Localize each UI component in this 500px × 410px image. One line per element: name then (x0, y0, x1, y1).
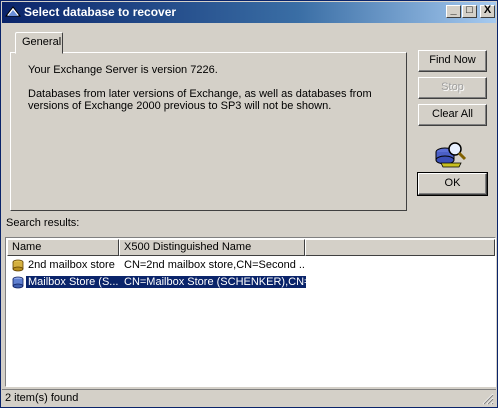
row-name: 2nd mailbox store (28, 259, 115, 271)
row-name: Mailbox Store (S... (26, 276, 120, 288)
close-icon: X (483, 4, 492, 16)
search-database-icon (435, 142, 467, 168)
resize-grip-icon[interactable] (482, 393, 494, 405)
info-text-line1: Databases from later versions of Exchang… (28, 88, 372, 100)
row-dn: CN=Mailbox Store (SCHENKER),CN=... (120, 276, 306, 288)
general-panel: Your Exchange Server is version 7226. Da… (10, 52, 407, 211)
table-row[interactable]: 2nd mailbox store CN=2nd mailbox store,C… (7, 257, 307, 274)
table-row[interactable]: Mailbox Store (S... CN=Mailbox Store (SC… (7, 274, 307, 291)
database-icon (12, 259, 24, 272)
minimize-button[interactable]: _ (446, 4, 461, 18)
search-results-label: Search results: (6, 217, 80, 229)
tab-general[interactable]: General (15, 32, 63, 54)
tab-general-label: General (22, 36, 62, 48)
info-text-line2: versions of Exchange 2000 previous to SP… (28, 100, 332, 112)
minimize-icon: _ (450, 4, 457, 16)
window-app-icon[interactable] (5, 5, 21, 20)
column-header-empty (305, 239, 495, 256)
status-text: 2 item(s) found (5, 392, 79, 404)
maximize-icon: □ (466, 4, 473, 16)
status-bar: 2 item(s) found (2, 389, 496, 407)
close-button[interactable]: X (480, 4, 495, 18)
maximize-button[interactable]: □ (462, 4, 477, 18)
column-header-x500[interactable]: X500 Distinguished Name (119, 239, 305, 256)
title-bar[interactable]: Select database to recover _ □ X (2, 2, 496, 23)
dialog-window: Select database to recover _ □ X General… (0, 0, 498, 408)
database-icon (12, 276, 24, 289)
results-list[interactable]: Name X500 Distinguished Name 2nd mailbox… (5, 237, 496, 387)
column-header-name[interactable]: Name (7, 239, 119, 256)
find-now-button[interactable]: Find Now (418, 50, 487, 72)
clear-all-button[interactable]: Clear All (418, 104, 487, 126)
stop-button: Stop (418, 77, 487, 99)
ok-button[interactable]: OK (417, 172, 488, 196)
window-title: Select database to recover (24, 5, 177, 19)
row-dn: CN=2nd mailbox store,CN=Second ... (124, 259, 304, 271)
version-text: Your Exchange Server is version 7226. (28, 64, 218, 76)
